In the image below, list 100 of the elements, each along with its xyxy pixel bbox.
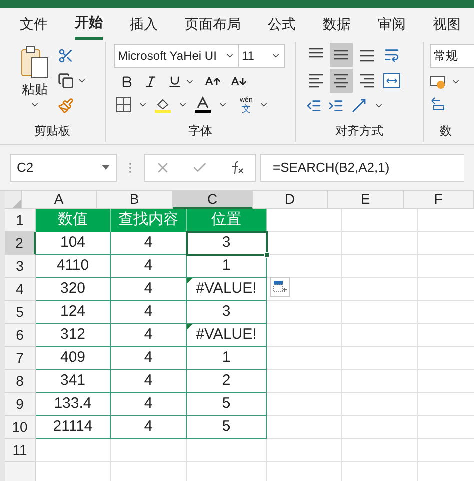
- row-header[interactable]: 1: [5, 209, 36, 232]
- ribbon-tab[interactable]: 数据: [323, 8, 351, 40]
- row-header[interactable]: 11: [5, 439, 36, 462]
- table-cell[interactable]: 1: [187, 347, 267, 370]
- orientation-icon[interactable]: [350, 97, 368, 115]
- name-box[interactable]: C2: [10, 154, 117, 182]
- empty-cell[interactable]: [267, 324, 342, 347]
- triangle-icon: [13, 200, 21, 208]
- row-header[interactable]: 2: [5, 232, 36, 255]
- table-cell[interactable]: 5: [187, 416, 267, 439]
- empty-cell[interactable]: [342, 347, 418, 370]
- font-name-field[interactable]: Microsoft YaHei UI: [114, 44, 239, 68]
- table-cell[interactable]: 3: [187, 232, 267, 255]
- increase-indent-icon[interactable]: [328, 98, 344, 114]
- empty-cell[interactable]: [267, 439, 342, 462]
- column-header[interactable]: F: [404, 191, 474, 209]
- empty-cell[interactable]: [267, 301, 342, 324]
- table-cell[interactable]: 3: [187, 301, 267, 324]
- row-header[interactable]: 6: [5, 324, 36, 347]
- column-header[interactable]: C: [173, 191, 253, 209]
- row-header[interactable]: 5: [5, 301, 36, 324]
- table-cell[interactable]: 4: [111, 301, 187, 324]
- table-cell[interactable]: 320: [36, 278, 111, 301]
- table-cell[interactable]: 312: [36, 324, 111, 347]
- fill-handle[interactable]: [264, 252, 270, 258]
- empty-cell[interactable]: [267, 232, 342, 255]
- table-cell[interactable]: 104: [36, 232, 111, 255]
- table-cell[interactable]: 21114: [36, 416, 111, 439]
- table-cell[interactable]: 4: [111, 278, 187, 301]
- empty-cell[interactable]: [342, 393, 418, 416]
- empty-cell[interactable]: [342, 370, 418, 393]
- column-header[interactable]: A: [22, 191, 97, 209]
- error-indicator-icon: [187, 278, 193, 284]
- empty-cell[interactable]: [342, 324, 418, 347]
- empty-cell[interactable]: [267, 347, 342, 370]
- table-cell[interactable]: 133.4: [36, 393, 111, 416]
- font-size-field[interactable]: 11: [239, 44, 285, 68]
- empty-cell[interactable]: [342, 416, 418, 439]
- row-header[interactable]: 4: [5, 278, 36, 301]
- row-header[interactable]: 7: [5, 347, 36, 370]
- table-cell[interactable]: #VALUE!: [187, 278, 267, 301]
- table-cell[interactable]: 124: [36, 301, 111, 324]
- empty-cell[interactable]: [342, 301, 418, 324]
- row-header[interactable]: 3: [5, 255, 36, 278]
- empty-cell[interactable]: [342, 209, 418, 232]
- ribbon-tab[interactable]: 视图: [433, 8, 461, 40]
- copy-icon[interactable]: [58, 73, 74, 89]
- bold-icon[interactable]: [120, 75, 134, 89]
- empty-cell[interactable]: [342, 278, 418, 301]
- empty-cell[interactable]: [111, 439, 187, 462]
- table-cell[interactable]: 341: [36, 370, 111, 393]
- column-header[interactable]: E: [328, 191, 404, 209]
- borders-icon[interactable]: [116, 97, 132, 113]
- number-format-field[interactable]: 常规: [430, 44, 474, 68]
- column-header[interactable]: B: [97, 191, 173, 209]
- table-cell[interactable]: 4: [111, 393, 187, 416]
- table-cell[interactable]: 4110: [36, 255, 111, 278]
- empty-cell[interactable]: [342, 232, 418, 255]
- align-middle-button[interactable]: [330, 43, 352, 67]
- table-cell[interactable]: 4: [111, 416, 187, 439]
- empty-cell[interactable]: [187, 439, 267, 462]
- paste-button[interactable]: 粘贴: [20, 46, 50, 120]
- align-center-button[interactable]: [330, 69, 352, 93]
- format-painter-icon[interactable]: [58, 98, 74, 114]
- row-header[interactable]: 9: [5, 393, 36, 416]
- table-cell[interactable]: 4: [111, 324, 187, 347]
- table-cell[interactable]: 409: [36, 347, 111, 370]
- empty-cell[interactable]: [342, 439, 418, 462]
- font-color-icon[interactable]: [194, 96, 212, 114]
- ribbon-tab[interactable]: 公式: [268, 8, 296, 40]
- table-cell[interactable]: 4: [111, 370, 187, 393]
- empty-cell[interactable]: [342, 255, 418, 278]
- empty-cell[interactable]: [267, 393, 342, 416]
- empty-cell[interactable]: [267, 416, 342, 439]
- table-cell[interactable]: 4: [111, 347, 187, 370]
- select-all-corner[interactable]: [5, 191, 22, 209]
- decrease-indent-icon[interactable]: [306, 98, 322, 114]
- group-label: 数: [440, 123, 452, 140]
- ribbon-tab[interactable]: 插入: [130, 8, 158, 40]
- ribbon-tab[interactable]: 审阅: [378, 8, 406, 40]
- table-cell[interactable]: 5: [187, 393, 267, 416]
- table-cell[interactable]: 1: [187, 255, 267, 278]
- ribbon-tab[interactable]: 页面布局: [185, 8, 241, 40]
- dropdown-icon[interactable]: [102, 165, 110, 170]
- italic-icon[interactable]: [144, 75, 158, 89]
- table-cell[interactable]: 4: [111, 232, 187, 255]
- row-header[interactable]: 10: [5, 416, 36, 439]
- row-header[interactable]: [5, 462, 36, 481]
- formula-field[interactable]: =SEARCH(B2,A2,1): [260, 154, 464, 182]
- ribbon-tab[interactable]: 文件: [20, 8, 48, 40]
- empty-cell[interactable]: [267, 370, 342, 393]
- table-cell[interactable]: #VALUE!: [187, 324, 267, 347]
- paste-options-menu[interactable]: [270, 277, 290, 297]
- cut-icon[interactable]: [58, 48, 74, 64]
- table-cell[interactable]: 2: [187, 370, 267, 393]
- table-cell[interactable]: 4: [111, 255, 187, 278]
- underline-icon[interactable]: [168, 75, 182, 89]
- row-header[interactable]: 8: [5, 370, 36, 393]
- column-header[interactable]: D: [253, 191, 328, 209]
- currency-icon[interactable]: [430, 74, 448, 90]
